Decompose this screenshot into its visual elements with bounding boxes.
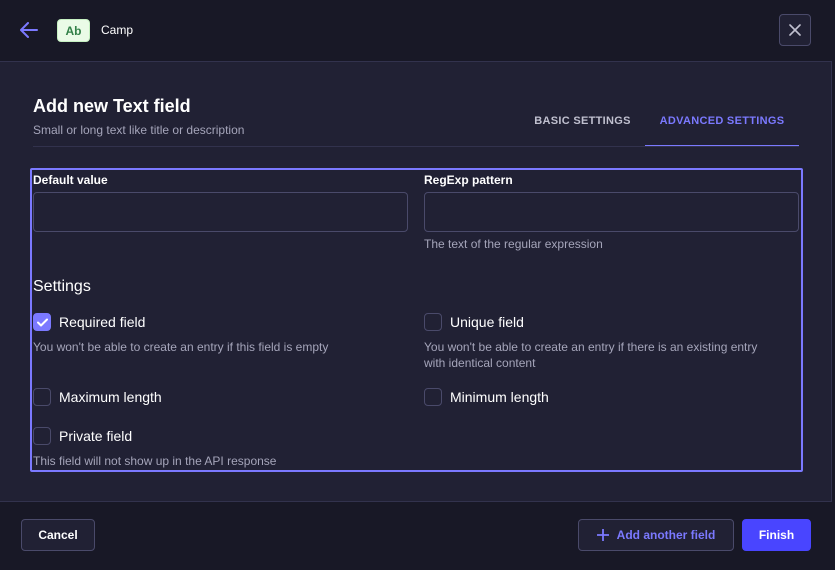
regexp-hint: The text of the regular expression xyxy=(424,237,603,251)
unique-field-checkbox[interactable] xyxy=(424,313,442,331)
minimum-length-checkbox[interactable] xyxy=(424,388,442,406)
unique-field-hint: You won't be able to create an entry if … xyxy=(424,339,757,371)
unique-field-hint-line1: You won't be able to create an entry if … xyxy=(424,340,758,354)
maximum-length-option[interactable]: Maximum length xyxy=(33,388,162,406)
unique-field-option[interactable]: Unique field xyxy=(424,313,524,331)
unique-field-hint-line2: with identical content xyxy=(424,356,536,370)
maximum-length-label: Maximum length xyxy=(59,389,162,405)
tab-advanced-settings[interactable]: ADVANCED SETTINGS xyxy=(645,108,799,147)
regexp-input[interactable] xyxy=(424,192,799,232)
private-field-option[interactable]: Private field xyxy=(33,427,132,445)
modal-dialog: Ab Camp Add new Text field Small or long… xyxy=(0,0,832,566)
minimum-length-option[interactable]: Minimum length xyxy=(424,388,549,406)
check-icon xyxy=(36,318,48,327)
field-type-badge: Ab xyxy=(57,19,90,42)
page-title: Add new Text field xyxy=(33,96,191,116)
modal-footer: Cancel Add another field Finish xyxy=(0,501,832,566)
add-another-field-label: Add another field xyxy=(616,528,716,542)
cancel-button[interactable]: Cancel xyxy=(21,519,95,551)
tabs-divider xyxy=(33,146,799,147)
unique-field-label: Unique field xyxy=(450,314,524,330)
close-button[interactable] xyxy=(779,14,811,46)
private-field-hint: This field will not show up in the API r… xyxy=(33,454,277,468)
breadcrumb: Camp xyxy=(101,23,134,37)
required-field-hint: You won't be able to create an entry if … xyxy=(33,340,329,354)
default-value-label: Default value xyxy=(33,173,108,187)
required-field-label: Required field xyxy=(59,314,146,330)
minimum-length-label: Minimum length xyxy=(450,389,549,405)
finish-button[interactable]: Finish xyxy=(742,519,811,551)
close-icon xyxy=(789,24,801,36)
maximum-length-checkbox[interactable] xyxy=(33,388,51,406)
back-button[interactable] xyxy=(18,19,40,41)
settings-heading: Settings xyxy=(33,278,91,295)
plus-icon xyxy=(596,529,609,541)
regexp-label: RegExp pattern xyxy=(424,173,513,187)
tab-basic-settings[interactable]: BASIC SETTINGS xyxy=(520,108,645,147)
arrow-left-icon xyxy=(20,22,38,38)
private-field-checkbox[interactable] xyxy=(33,427,51,445)
modal-header: Ab Camp xyxy=(0,0,832,62)
private-field-label: Private field xyxy=(59,428,133,444)
default-value-input[interactable] xyxy=(33,192,408,232)
required-field-option[interactable]: Required field xyxy=(33,313,145,331)
add-another-field-button[interactable]: Add another field xyxy=(578,519,734,551)
required-field-checkbox[interactable] xyxy=(33,313,51,331)
page-subtitle: Small or long text like title or descrip… xyxy=(33,123,245,137)
